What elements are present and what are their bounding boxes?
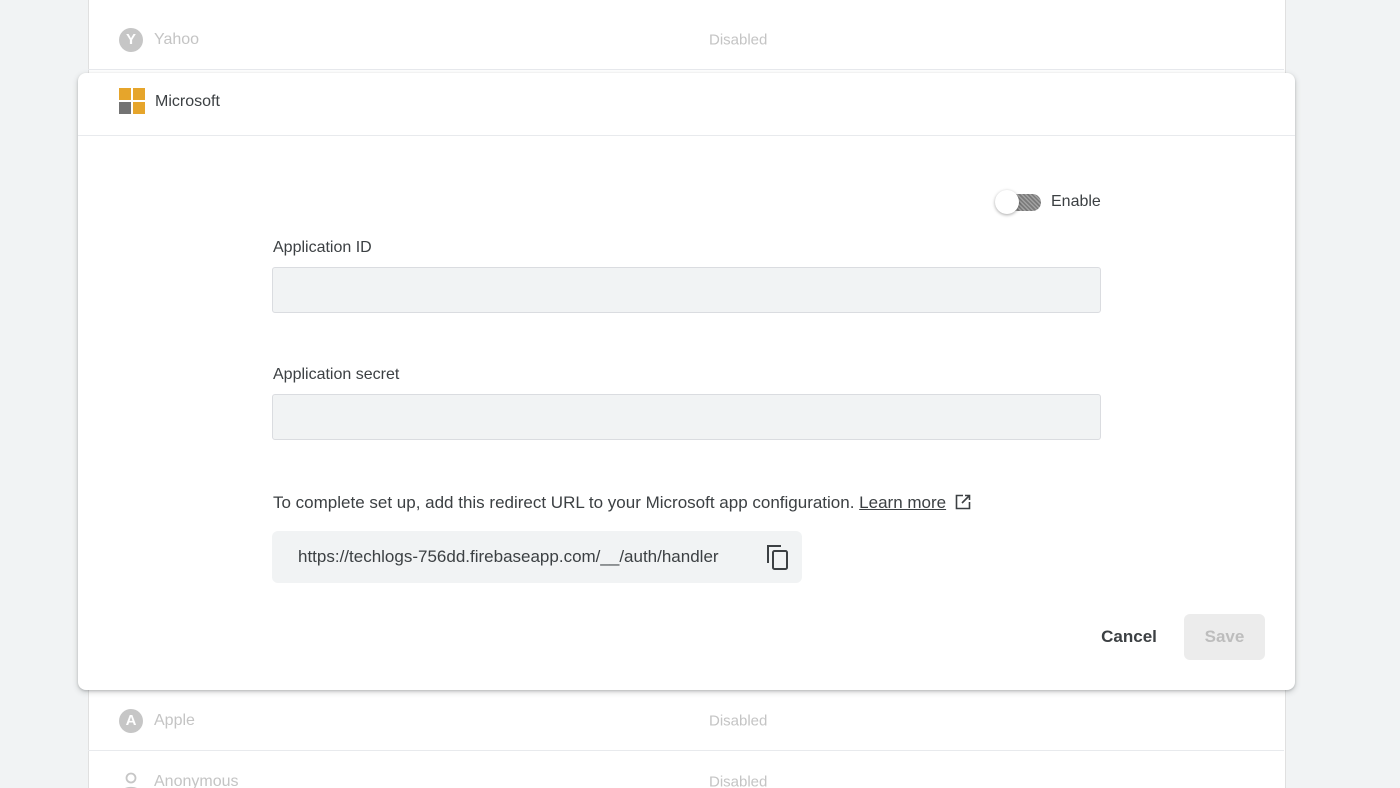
provider-name: Yahoo xyxy=(154,30,200,48)
enable-label: Enable xyxy=(1051,193,1101,210)
provider-name: Anonymous xyxy=(154,772,239,788)
dialog-title: Microsoft xyxy=(155,93,220,110)
redirect-note: To complete set up, add this redirect UR… xyxy=(273,493,972,516)
provider-row-apple[interactable]: A Apple Disabled xyxy=(88,691,1284,751)
provider-status: Disabled xyxy=(709,31,768,48)
toggle-thumb[interactable] xyxy=(995,190,1019,214)
page: Y Yahoo Disabled A Apple Disabled Anonym… xyxy=(0,0,1400,788)
save-button[interactable]: Save xyxy=(1184,614,1265,660)
apple-icon: A xyxy=(119,708,143,733)
provider-row-anonymous[interactable]: Anonymous Disabled xyxy=(88,752,1284,788)
application-secret-label: Application secret xyxy=(273,366,400,383)
external-link-icon[interactable] xyxy=(954,493,972,516)
yahoo-icon: Y xyxy=(119,27,143,52)
enable-toggle[interactable]: Enable xyxy=(995,190,1103,215)
learn-more-link[interactable]: Learn more xyxy=(859,493,946,512)
microsoft-logo-icon xyxy=(119,88,145,114)
person-icon xyxy=(119,770,143,788)
redirect-note-text: To complete set up, add this redirect UR… xyxy=(273,493,855,512)
provider-status: Disabled xyxy=(709,712,768,729)
copy-icon[interactable] xyxy=(763,542,793,572)
application-secret-input[interactable] xyxy=(272,394,1101,440)
redirect-url[interactable]: https://techlogs-756dd.firebaseapp.com/_… xyxy=(298,547,719,567)
redirect-url-box: https://techlogs-756dd.firebaseapp.com/_… xyxy=(272,531,802,583)
cancel-button[interactable]: Cancel xyxy=(1083,614,1175,660)
provider-status: Disabled xyxy=(709,773,768,788)
provider-row-yahoo[interactable]: Y Yahoo Disabled xyxy=(88,10,1284,70)
microsoft-provider-dialog: Microsoft Enable Application ID Applicat… xyxy=(78,73,1295,690)
dialog-header: Microsoft xyxy=(78,73,1295,136)
provider-name: Apple xyxy=(154,711,195,729)
application-id-input[interactable] xyxy=(272,267,1101,313)
application-id-label: Application ID xyxy=(273,239,372,256)
